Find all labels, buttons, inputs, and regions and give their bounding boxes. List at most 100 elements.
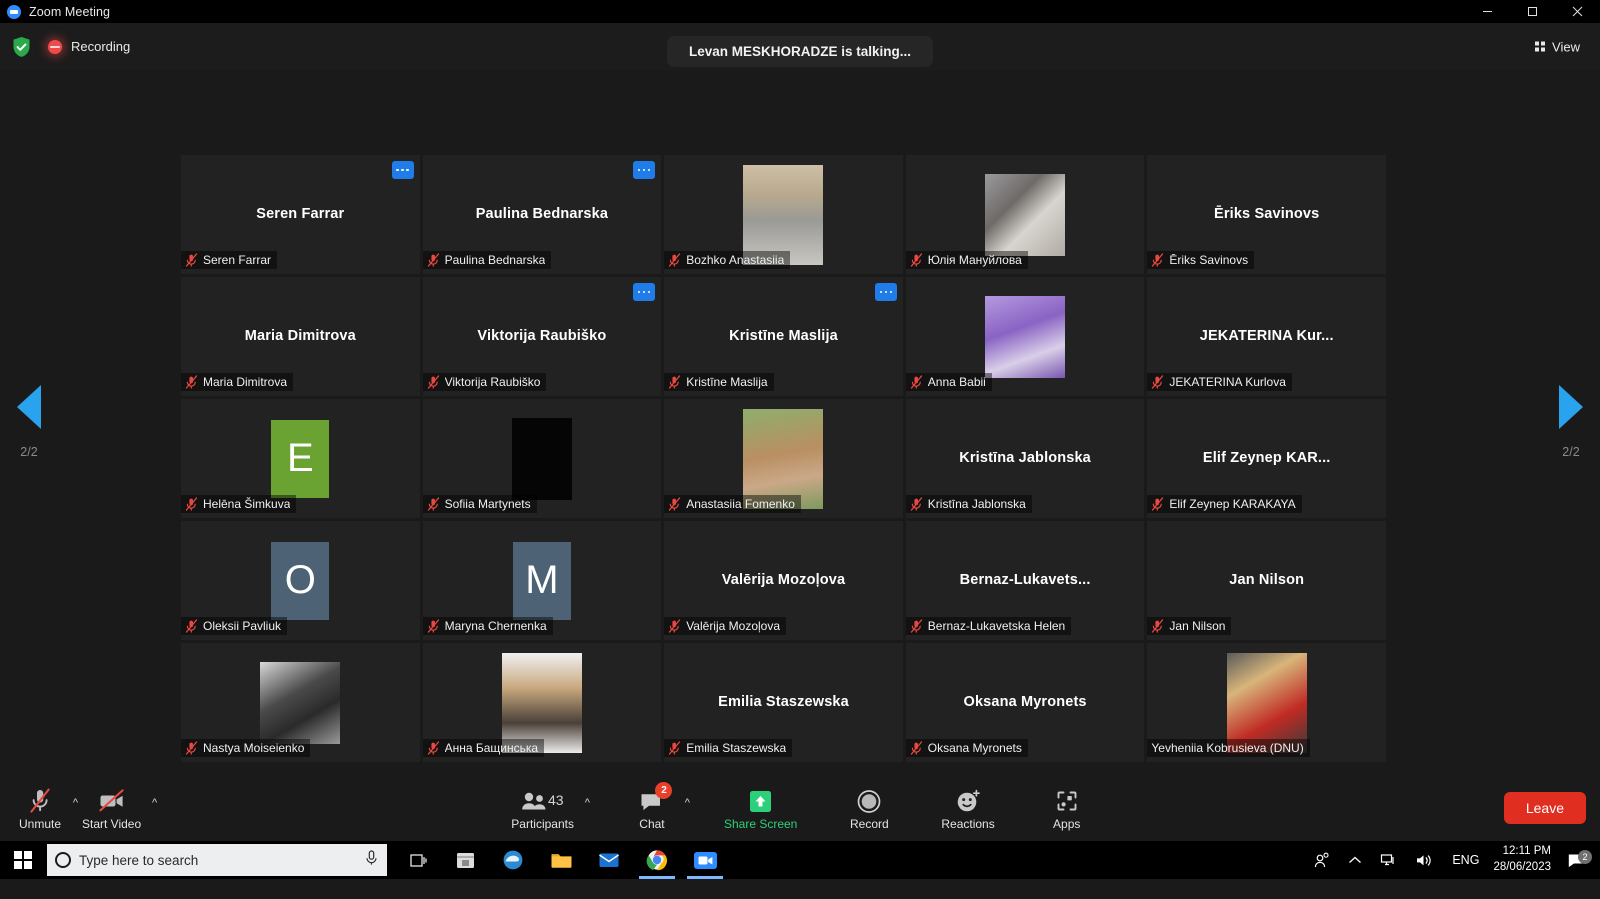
record-circle-icon [856, 785, 882, 814]
participant-tile[interactable]: Anna Babii [905, 277, 1145, 396]
participant-name-label: JEKATERINA Kurlova [1169, 375, 1286, 389]
leave-button[interactable]: Leave [1503, 791, 1586, 824]
participants-icon: 43 [520, 785, 566, 814]
participant-tile[interactable]: E Helēna Šimkuva [181, 399, 420, 518]
muted-microphone-icon [910, 253, 923, 267]
show-hidden-icons-icon[interactable] [1339, 855, 1371, 866]
participant-tile[interactable]: Valērija Mozoļova Valērija Mozoļova [664, 521, 903, 640]
participant-name-label: Bernaz-Lukavetska Helen [927, 619, 1066, 633]
participant-tile[interactable]: Oksana Myronets Oksana Myronets [905, 643, 1145, 762]
task-view-icon[interactable] [393, 841, 441, 879]
share-screen-button[interactable]: Share Screen [714, 785, 807, 831]
chrome-browser-icon[interactable] [633, 841, 681, 879]
participant-tile[interactable]: Sofiia Martynets [422, 399, 662, 518]
participant-name-label: Helēna Šimkuva [203, 497, 291, 511]
participant-display-name: Bernaz-Lukavets... [959, 571, 1091, 588]
window-titlebar: Zoom Meeting [0, 0, 1600, 23]
participant-tile[interactable]: Bernaz-Lukavets... Bernaz-Lukavetska Hele… [905, 521, 1145, 640]
participant-tile[interactable]: Kristīne Maslija Kristīne Maslija [664, 277, 903, 396]
previous-page-button[interactable]: 2/2 [0, 385, 58, 459]
participant-tile[interactable]: Anastasiia Fomenko [664, 399, 903, 518]
participant-tile[interactable]: Юлія Мануйлова [905, 155, 1145, 274]
participant-name-label: Sofiia Martynets [444, 497, 531, 511]
cortana-mic-icon[interactable] [364, 849, 379, 871]
participant-more-options-button[interactable] [874, 283, 897, 301]
participant-initial-avatar: E [271, 419, 330, 498]
participant-tile[interactable]: Emilia Staszewska Emilia Staszewska [664, 643, 903, 762]
participant-tile[interactable]: Paulina Bednarska Paulina Bednarska [422, 155, 662, 274]
file-explorer-icon[interactable] [537, 841, 585, 879]
participant-name-bar: Elif Zeynep KARAKAYA [1147, 495, 1302, 513]
muted-microphone-icon [427, 375, 440, 389]
participant-tile[interactable]: Kristīna Jablonska Kristīna Jablonska [905, 399, 1145, 518]
participant-more-options-button[interactable] [633, 283, 656, 301]
meeting-header: Recording Levan MESKHORADZE is talking..… [0, 23, 1600, 70]
search-input[interactable]: Type here to search [47, 844, 387, 876]
participants-caret-icon[interactable]: ^ [585, 797, 590, 809]
muted-microphone-icon [910, 375, 923, 389]
participant-more-options-button[interactable] [391, 161, 414, 179]
record-button[interactable]: Record [837, 785, 901, 831]
participant-tile[interactable]: M Maryna Chernenka [422, 521, 662, 640]
chat-button[interactable]: 2 Chat ^ [620, 781, 690, 831]
video-options-caret-icon[interactable]: ^ [152, 797, 157, 809]
next-page-button[interactable]: 2/2 [1542, 385, 1600, 459]
chat-caret-icon[interactable]: ^ [685, 797, 690, 809]
recording-label: Recording [71, 39, 131, 54]
participant-tile[interactable]: Seren Farrar Seren Farrar [181, 155, 420, 274]
participant-name-bar: Viktorija Raubiško [422, 373, 547, 391]
participant-name-label: Emilia Staszewska [686, 741, 787, 755]
participant-tile[interactable]: Анна Бащинська [422, 643, 662, 762]
microsoft-store-icon[interactable] [441, 841, 489, 879]
clock-time: 12:11 PM [1502, 845, 1551, 858]
participant-name-label: Nastya Moiseienko [203, 741, 305, 755]
participant-name-bar: Helēna Šimkuva [181, 495, 297, 513]
participant-name-label: Oleksii Pavliuk [203, 619, 282, 633]
participant-name-bar: Maria Dimitrova [181, 373, 294, 391]
action-center-icon[interactable]: 2 [1563, 849, 1600, 869]
edge-browser-icon[interactable] [489, 841, 537, 879]
reactions-button[interactable]: Reactions [931, 785, 1004, 831]
people-share-icon[interactable] [1304, 852, 1339, 869]
participant-tile[interactable]: Jan Nilson Jan Nilson [1147, 521, 1386, 640]
participant-name-bar: Bozhko Anastasiia [664, 251, 791, 269]
participant-name-label: Oksana Myronets [927, 741, 1022, 755]
participants-button[interactable]: 43 Participants ^ [501, 785, 590, 831]
participant-name-label: Kristīne Maslija [686, 375, 768, 389]
participant-tile[interactable]: Yevheniia Kobrusieva (DNU) [1147, 643, 1386, 762]
zoom-app-icon[interactable] [681, 841, 729, 879]
participant-tile[interactable]: O Oleksii Pavliuk [181, 521, 420, 640]
share-screen-up-arrow-icon [748, 785, 773, 814]
volume-icon[interactable] [1406, 853, 1442, 868]
participant-tile[interactable]: Maria Dimitrova Maria Dimitrova [181, 277, 420, 396]
language-indicator[interactable]: ENG [1442, 853, 1489, 867]
participant-tile[interactable]: Ēriks Savinovs Ēriks Savinovs [1147, 155, 1386, 274]
close-button[interactable] [1555, 0, 1600, 23]
maximize-button[interactable] [1510, 0, 1555, 23]
apps-button[interactable]: Apps [1035, 785, 1099, 831]
mail-icon[interactable] [585, 841, 633, 879]
apps-brackets-icon [1054, 785, 1080, 814]
participant-tile[interactable]: JEKATERINA Kur... JEKATERINA Kurlova [1147, 277, 1386, 396]
taskbar-clock[interactable]: 12:11 PM 28/06/2023 [1489, 844, 1563, 875]
participant-tile[interactable]: Elif Zeynep KAR... Elif Zeynep KARAKAYA [1147, 399, 1386, 518]
view-button[interactable]: View [1529, 35, 1586, 58]
windows-start-icon[interactable] [0, 841, 46, 879]
muted-microphone-icon [185, 619, 198, 633]
page-indicator-right: 2/2 [1562, 445, 1580, 459]
participant-name-label: Maryna Chernenka [444, 619, 547, 633]
recording-indicator[interactable]: Recording [48, 39, 130, 54]
network-icon[interactable] [1371, 853, 1406, 868]
shield-check-icon[interactable] [12, 36, 31, 58]
muted-microphone-icon [668, 619, 681, 633]
participant-name-bar: JEKATERINA Kurlova [1147, 373, 1292, 391]
mute-button[interactable]: Unmute ^ [8, 785, 78, 831]
participant-name-label: Юлія Мануйлова [927, 253, 1022, 267]
participant-more-options-button[interactable] [633, 161, 656, 179]
participant-name-bar: Valērija Mozoļova [664, 617, 787, 635]
start-video-button[interactable]: Start Video ^ [72, 785, 157, 831]
participant-tile[interactable]: Viktorija Raubiško Viktorija Raubiško [422, 277, 662, 396]
participant-tile[interactable]: Nastya Moiseienko [181, 643, 420, 762]
participant-tile[interactable]: Bozhko Anastasiia [664, 155, 903, 274]
minimize-button[interactable] [1465, 0, 1510, 23]
